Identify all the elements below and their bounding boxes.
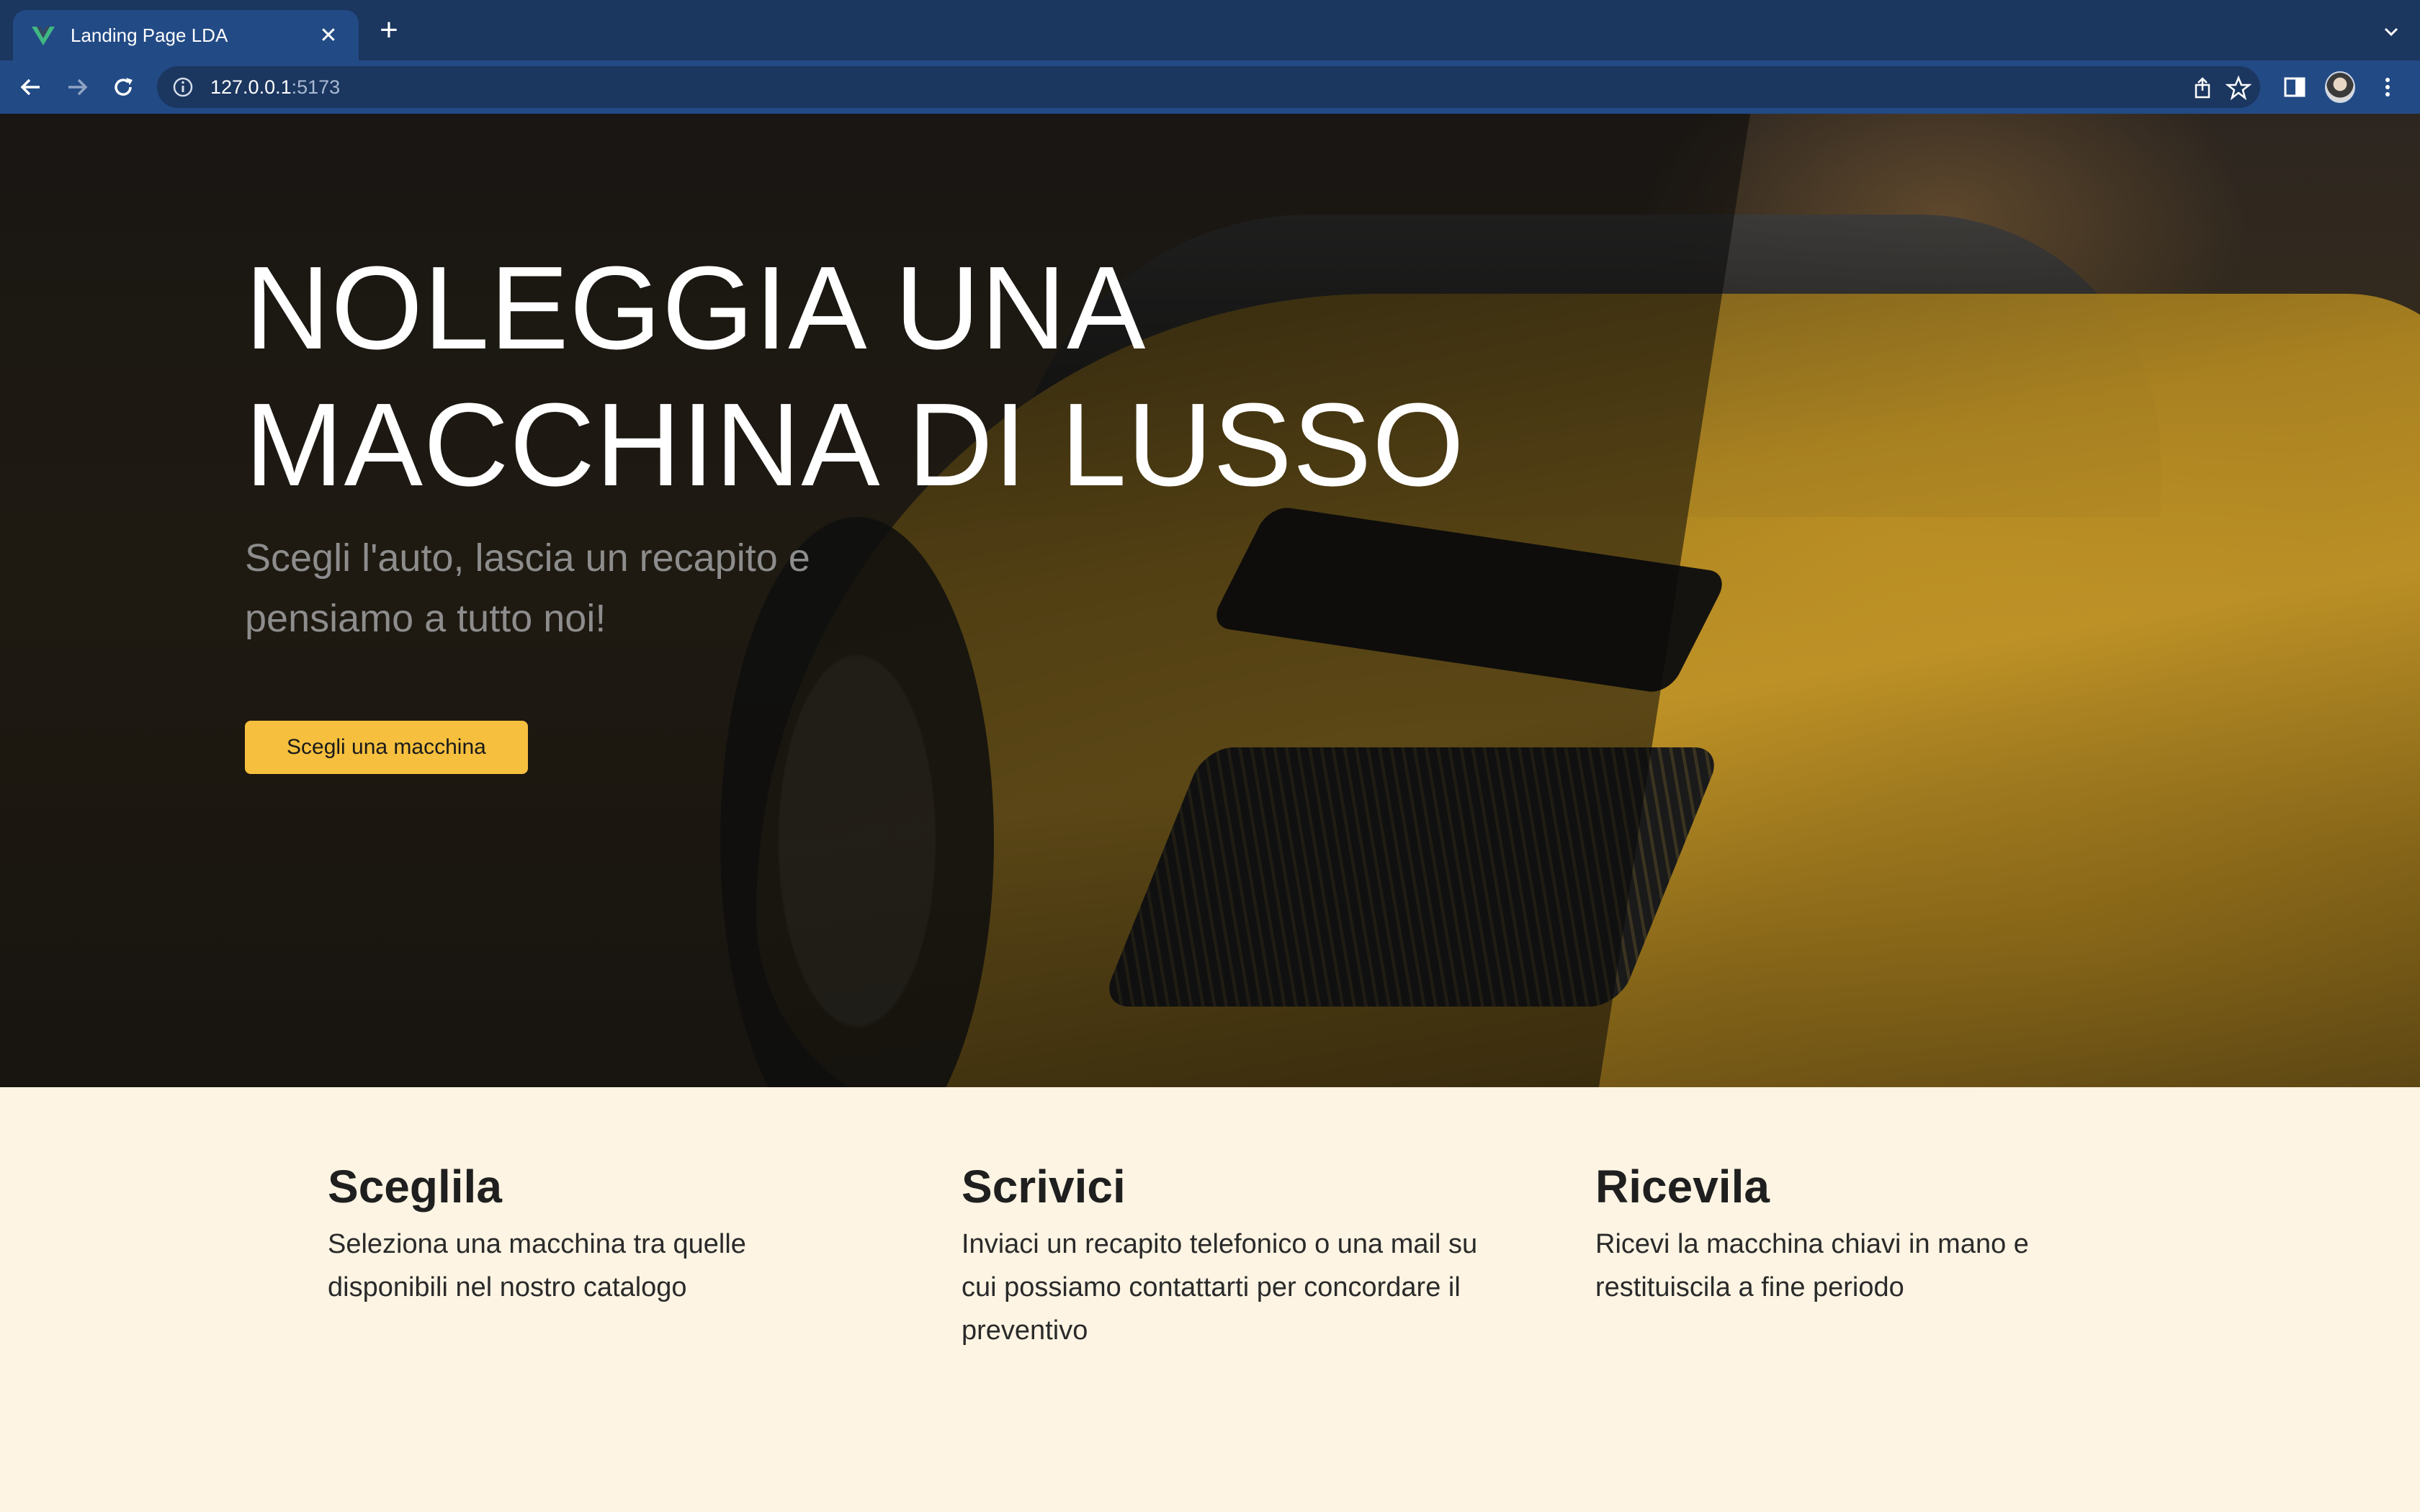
forward-button[interactable] (62, 72, 92, 102)
feature-card-ricevila: Ricevila Ricevi la macchina chiavi in ma… (1595, 1158, 2128, 1309)
feature-text: Seleziona una macchina tra quelle dispon… (328, 1229, 746, 1302)
kebab-menu-icon (2385, 78, 2390, 96)
browser-tab[interactable]: Landing Page LDA ✕ (13, 10, 359, 60)
feature-text: Inviaci un recapito telefonico o una mai… (962, 1229, 1478, 1346)
hero-title-line-1: NOLEGGIA UNA (245, 242, 1147, 374)
feature-title: Scrivici (962, 1161, 1126, 1212)
profile-button[interactable] (2325, 71, 2355, 103)
star-icon[interactable] (2226, 75, 2251, 101)
browser-tab-strip: Landing Page LDA ✕ + (0, 0, 2420, 60)
hero-title-line-2: MACCHINA DI LUSSO (245, 379, 1465, 510)
browser-toolbar: 127.0.0.1:5173 (0, 60, 2420, 114)
chevron-down-icon[interactable] (2377, 17, 2406, 46)
info-icon[interactable] (171, 76, 194, 99)
feature-text: Ricevi la macchina chiavi in mano e rest… (1595, 1229, 2029, 1302)
feature-card-sceglila: Sceglila Seleziona una macchina tra quel… (328, 1158, 861, 1309)
vue-logo-icon (32, 27, 55, 45)
menu-button[interactable] (2372, 72, 2403, 102)
back-button[interactable] (16, 72, 46, 102)
reload-icon (115, 78, 133, 96)
address-bar[interactable]: 127.0.0.1:5173 (157, 66, 2260, 108)
new-tab-icon[interactable]: + (375, 14, 403, 46)
hero-title: NOLEGGIA UNA MACCHINA DI LUSSO (245, 240, 1685, 513)
side-panel-icon (2284, 77, 2305, 97)
feature-card-scrivici: Scrivici Inviaci un recapito telefonico … (962, 1158, 1494, 1352)
side-panel-button[interactable] (2280, 72, 2310, 102)
reload-button[interactable] (108, 72, 138, 102)
hero-section: NOLEGGIA UNA MACCHINA DI LUSSO Scegli l'… (0, 114, 2420, 1087)
close-tab-icon[interactable]: ✕ (315, 23, 341, 48)
arrow-left-icon (20, 78, 40, 96)
feature-title: Sceglila (328, 1161, 502, 1212)
features-section: Sceglila Seleziona una macchina tra quel… (0, 1087, 2420, 1512)
choose-car-button[interactable]: Scegli una macchina (245, 721, 528, 774)
feature-title: Ricevila (1595, 1161, 1770, 1212)
arrow-right-icon (68, 78, 88, 96)
tab-title: Landing Page LDA (71, 24, 228, 46)
avatar (2325, 71, 2355, 103)
url-port: :5173 (291, 76, 341, 98)
hero-subtitle: Scegli l'auto, lascia un recapito e pens… (245, 536, 810, 640)
hero-content: NOLEGGIA UNA MACCHINA DI LUSSO Scegli l'… (245, 240, 1685, 774)
url-host: 127.0.0.1 (210, 76, 292, 98)
share-icon[interactable] (2190, 75, 2215, 101)
